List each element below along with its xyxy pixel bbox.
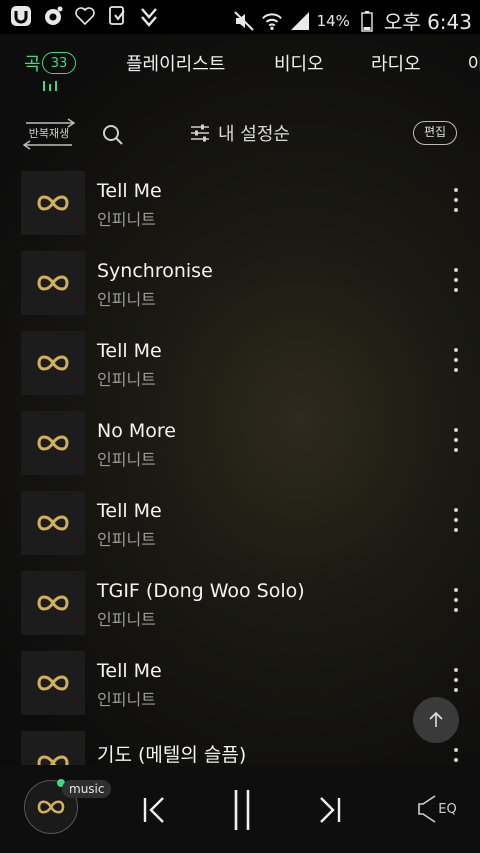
song-artist: 인피니트 bbox=[97, 290, 156, 309]
signal-icon bbox=[289, 10, 311, 32]
category-tabs: 곡 33 플레이리스트 비디오 라디오 아 bbox=[0, 34, 480, 96]
previous-icon bbox=[143, 797, 164, 823]
more-options-icon[interactable] bbox=[446, 748, 466, 765]
sliders-icon bbox=[191, 124, 209, 142]
album-art bbox=[21, 411, 85, 475]
infinite-logo-icon bbox=[37, 755, 69, 765]
now-playing-indicator-icon bbox=[43, 81, 57, 91]
song-row[interactable]: TGIF (Dong Woo Solo) 인피니트 bbox=[0, 570, 480, 650]
song-artist: 인피니트 bbox=[97, 370, 156, 389]
tab-radio[interactable]: 라디오 bbox=[371, 50, 421, 76]
infinite-logo-icon bbox=[37, 435, 69, 451]
infinite-logo-icon bbox=[37, 675, 69, 691]
song-row[interactable]: Tell Me 인피니트 bbox=[0, 170, 480, 250]
mini-player: music EQ bbox=[0, 766, 480, 853]
song-row[interactable]: Tell Me 인피니트 bbox=[0, 490, 480, 570]
song-title: TGIF (Dong Woo Solo) bbox=[97, 580, 305, 602]
u-plus-icon bbox=[10, 5, 32, 27]
battery-percent: 14% bbox=[316, 11, 350, 30]
equalizer-button[interactable]: EQ bbox=[414, 792, 460, 826]
more-options-icon[interactable] bbox=[446, 588, 466, 612]
more-options-icon[interactable] bbox=[446, 348, 466, 372]
speaker-icon bbox=[418, 795, 436, 823]
mute-icon bbox=[233, 10, 255, 32]
more-options-icon[interactable] bbox=[446, 668, 466, 692]
song-artist: 인피니트 bbox=[97, 690, 156, 709]
song-row[interactable]: Tell Me 인피니트 bbox=[0, 330, 480, 410]
list-toolbar: 반복재생 내 설정순 편집 bbox=[0, 110, 480, 156]
song-artist: 인피니트 bbox=[97, 610, 156, 629]
next-button[interactable] bbox=[310, 790, 350, 830]
song-row[interactable]: No More 인피니트 bbox=[0, 410, 480, 490]
song-row[interactable]: Tell Me 인피니트 bbox=[0, 650, 480, 730]
more-options-icon[interactable] bbox=[446, 268, 466, 292]
song-title: Tell Me bbox=[97, 180, 162, 202]
infinite-logo-icon bbox=[37, 275, 69, 291]
song-title: 기도 (메텔의 슬픔) bbox=[97, 744, 247, 765]
edit-button[interactable]: 편집 bbox=[413, 121, 457, 145]
previous-button[interactable] bbox=[134, 790, 174, 830]
tab-video[interactable]: 비디오 bbox=[274, 50, 324, 76]
repeat-button[interactable]: 반복재생 bbox=[20, 117, 78, 151]
tab-more[interactable]: 아 bbox=[468, 50, 480, 76]
search-icon bbox=[103, 125, 123, 145]
infinite-logo-icon bbox=[37, 800, 65, 814]
album-art bbox=[21, 571, 85, 635]
album-art bbox=[21, 651, 85, 715]
album-art bbox=[21, 731, 85, 765]
album-art bbox=[21, 331, 85, 395]
status-bar: 14% 오후 6:43 bbox=[0, 0, 480, 34]
song-title: Tell Me bbox=[97, 500, 162, 522]
check-icon bbox=[138, 5, 160, 27]
more-options-icon[interactable] bbox=[446, 508, 466, 532]
sort-button[interactable]: 내 설정순 bbox=[190, 120, 290, 146]
song-row[interactable]: Synchronise 인피니트 bbox=[0, 250, 480, 330]
album-art bbox=[21, 251, 85, 315]
tab-songs[interactable]: 곡 bbox=[24, 50, 41, 76]
repeat-label: 반복재생 bbox=[28, 127, 70, 140]
infinite-logo-icon bbox=[37, 355, 69, 371]
song-artist: 인피니트 bbox=[97, 450, 156, 469]
music-tag: music bbox=[62, 780, 112, 798]
tab-playlist[interactable]: 플레이리스트 bbox=[126, 50, 225, 76]
wifi-icon bbox=[261, 10, 283, 32]
more-options-icon[interactable] bbox=[446, 428, 466, 452]
infinite-logo-icon bbox=[37, 515, 69, 531]
next-icon bbox=[320, 797, 341, 823]
song-list: Tell Me 인피니트 Synchronise 인피니트 Tell Me 인피니트 No … bbox=[0, 170, 480, 765]
song-artist: 인피니트 bbox=[97, 530, 156, 549]
eq-label: EQ bbox=[438, 801, 457, 817]
pause-icon bbox=[234, 790, 250, 830]
scroll-to-top-button[interactable] bbox=[413, 697, 459, 743]
song-title: Tell Me bbox=[97, 340, 162, 362]
arrow-up-icon bbox=[429, 711, 443, 727]
song-title: Tell Me bbox=[97, 660, 162, 682]
battery-icon bbox=[356, 10, 378, 32]
sort-label: 내 설정순 bbox=[218, 124, 290, 145]
album-art bbox=[21, 491, 85, 555]
search-button[interactable] bbox=[100, 122, 126, 148]
pause-button[interactable] bbox=[222, 786, 262, 834]
infinite-logo-icon bbox=[37, 195, 69, 211]
song-title: Synchronise bbox=[97, 260, 213, 282]
more-options-icon[interactable] bbox=[446, 188, 466, 212]
infinite-logo-icon bbox=[37, 595, 69, 611]
clock: 오후 6:43 bbox=[383, 10, 472, 34]
download-icon bbox=[106, 5, 128, 27]
settings-app-icon bbox=[42, 5, 64, 27]
heart-icon bbox=[74, 5, 96, 27]
song-artist: 인피니트 bbox=[97, 210, 156, 229]
song-row[interactable]: 기도 (메텔의 슬픔)인피니트 bbox=[0, 730, 480, 765]
song-title: No More bbox=[97, 420, 176, 442]
album-art bbox=[21, 171, 85, 235]
song-count-badge: 33 bbox=[42, 52, 76, 74]
